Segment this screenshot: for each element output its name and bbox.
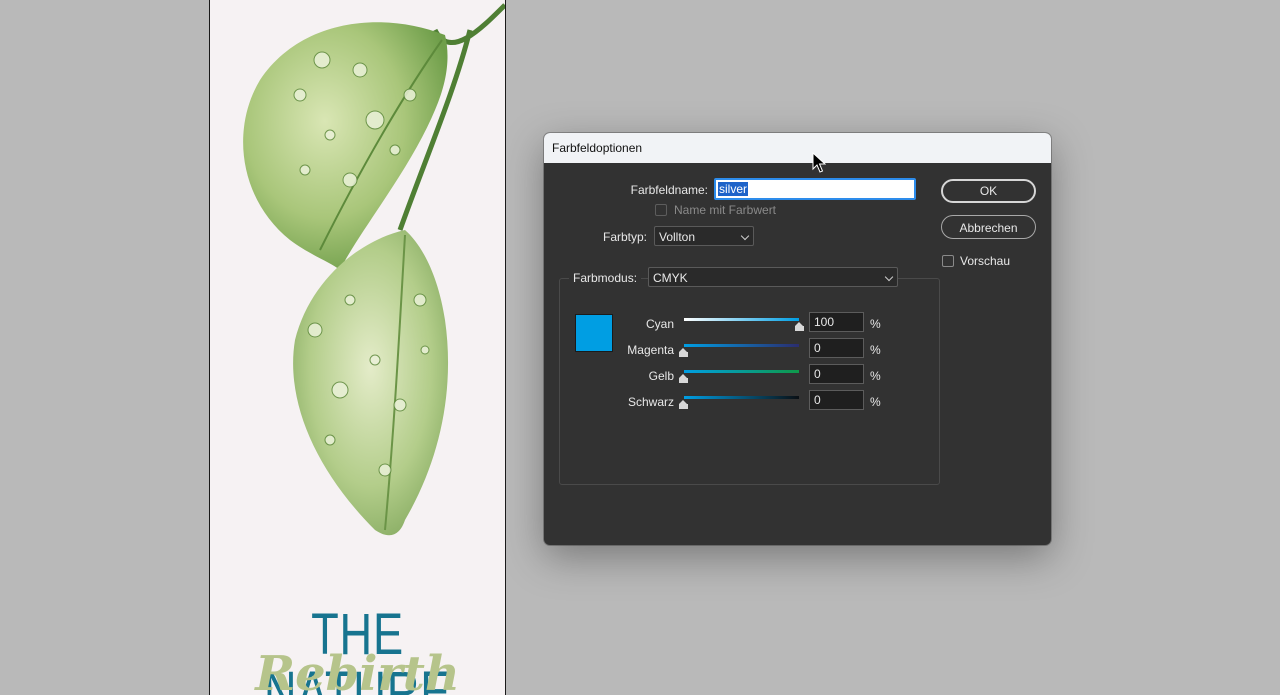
color-type-label: Farbtyp: [602, 230, 647, 244]
chevron-down-icon [884, 272, 894, 282]
yellow-slider-track[interactable] [684, 370, 799, 373]
color-mode-select[interactable]: CMYK [648, 267, 898, 287]
black-slider-thumb[interactable] [679, 400, 688, 409]
swatch-name-label: Farbfeldname: [630, 183, 708, 197]
chevron-down-icon [740, 231, 750, 241]
magenta-slider-thumb[interactable] [679, 348, 688, 357]
swatch-options-dialog: Farbfeldoptionen Farbfeldname: silver Na… [544, 133, 1051, 545]
magenta-percent-label: % [870, 343, 881, 357]
black-slider-track[interactable] [684, 396, 799, 399]
magenta-slider-track[interactable] [684, 344, 799, 347]
document-page: THE NATURE Rebirth [209, 0, 506, 695]
swatch-name-value: silver [718, 182, 749, 196]
name-with-value-label: Name mit Farbwert [674, 203, 777, 217]
preview-checkbox[interactable] [942, 255, 954, 267]
arrow-cursor-icon [812, 152, 826, 173]
black-label: Schwarz [627, 395, 674, 409]
color-mode-label: Farbmodus: [569, 271, 642, 285]
document-script-text: Rebirth [255, 646, 460, 695]
color-type-value: Vollton [659, 230, 696, 244]
black-value-input[interactable]: 0 [809, 390, 864, 410]
dialog-title: Farbfeldoptionen [552, 141, 643, 155]
cyan-value-input[interactable]: 100 [809, 312, 864, 332]
cyan-percent-label: % [870, 317, 881, 331]
ok-button[interactable]: OK [941, 179, 1036, 203]
swatch-name-input[interactable]: silver [714, 178, 916, 200]
color-mode-value: CMYK [653, 271, 688, 285]
black-percent-label: % [870, 395, 881, 409]
yellow-slider-thumb[interactable] [679, 374, 688, 383]
color-type-select[interactable]: Vollton [654, 226, 754, 246]
yellow-value-input[interactable]: 0 [809, 364, 864, 384]
preview-label: Vorschau [960, 254, 1011, 268]
dialog-titlebar[interactable]: Farbfeldoptionen [544, 133, 1051, 163]
cyan-label: Cyan [645, 317, 674, 331]
cyan-slider-thumb[interactable] [795, 322, 804, 331]
leaves-image [243, 3, 505, 536]
magenta-value-input[interactable]: 0 [809, 338, 864, 358]
cancel-button[interactable]: Abbrechen [941, 215, 1036, 239]
cyan-slider-track[interactable] [684, 318, 799, 321]
yellow-label: Gelb [648, 369, 674, 383]
name-with-value-checkbox[interactable] [655, 204, 667, 216]
yellow-percent-label: % [870, 369, 881, 383]
magenta-label: Magenta [627, 343, 674, 357]
